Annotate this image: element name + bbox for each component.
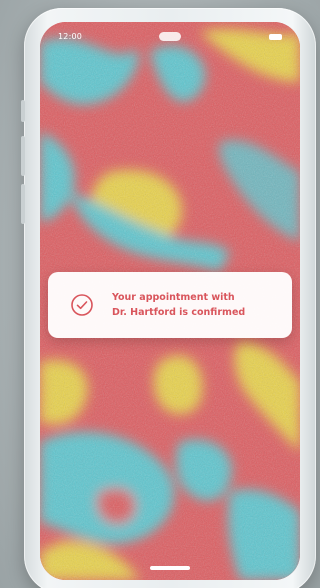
phone-device: 12:00 Your appointment with Dr. Hartford…: [21, 8, 316, 588]
volume-up-button: [21, 136, 25, 176]
check-circle-icon: [71, 294, 93, 316]
notification-message: Your appointment with Dr. Hartford is co…: [112, 292, 246, 318]
phone-screen: 12:00 Your appointment with Dr. Hartford…: [40, 22, 300, 580]
camera-notch: [159, 32, 181, 41]
status-time: 12:00: [58, 32, 83, 41]
volume-down-button: [21, 184, 25, 224]
screenshot-stage: 12:00 Your appointment with Dr. Hartford…: [0, 0, 320, 588]
mute-switch: [21, 100, 25, 122]
home-indicator[interactable]: [150, 566, 190, 570]
battery-icon: [269, 34, 282, 40]
appointment-notification[interactable]: Your appointment with Dr. Hartford is co…: [48, 272, 292, 338]
